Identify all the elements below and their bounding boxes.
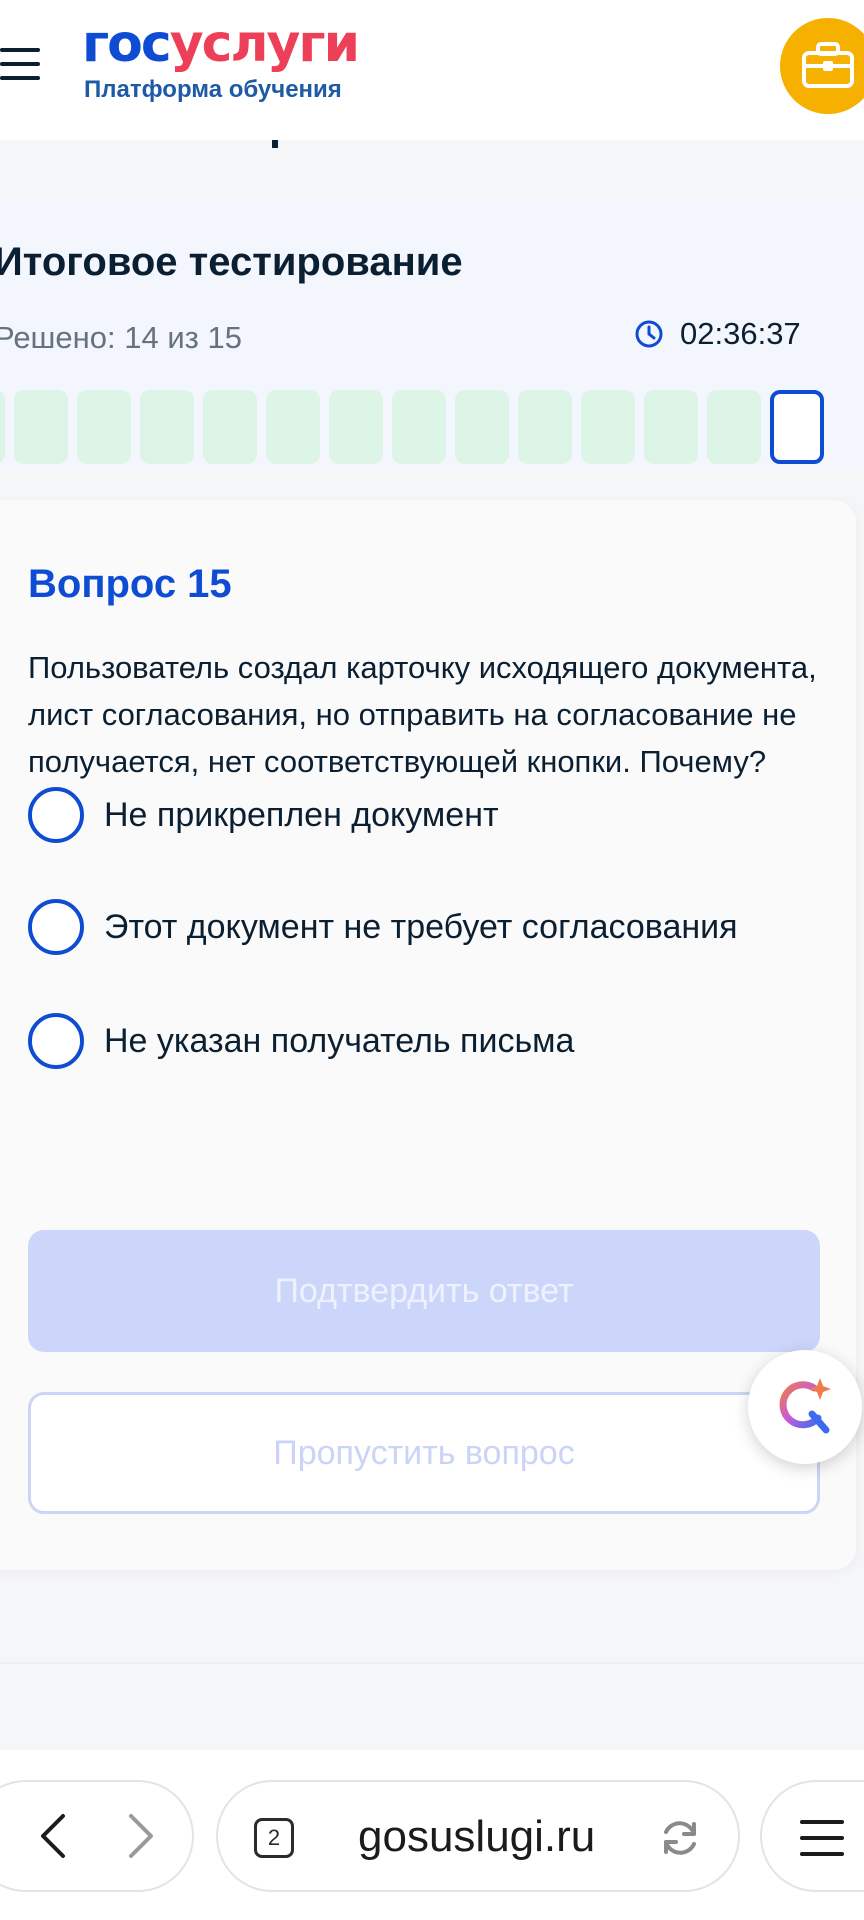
timer: 02:36:37 xyxy=(634,314,801,354)
divider xyxy=(0,1662,864,1664)
progress-segment-solved[interactable] xyxy=(0,390,5,464)
progress-segment-solved[interactable] xyxy=(518,390,572,464)
progress-segment-solved[interactable] xyxy=(140,390,194,464)
menu-icon[interactable] xyxy=(0,46,40,82)
question-title: Вопрос 15 xyxy=(28,562,232,606)
browser-menu-button[interactable] xyxy=(760,1780,864,1892)
clock-icon xyxy=(635,320,663,348)
navigation-controls xyxy=(0,1780,194,1892)
answer-option-1[interactable]: Не прикреплен документ xyxy=(28,786,499,844)
progress-segment-solved[interactable] xyxy=(203,390,257,464)
chevron-right-icon[interactable] xyxy=(96,1782,186,1890)
progress-segment-solved[interactable] xyxy=(392,390,446,464)
solved-counter: Решено: 14 из 15 xyxy=(0,320,242,355)
page: госуслуги Платформа обучения Итоговое те… xyxy=(0,0,864,1920)
answer-option-label: Не указан получатель письма xyxy=(104,1021,575,1060)
question-card: Вопрос 15 Пользователь создал карточку и… xyxy=(0,500,856,1570)
answer-option-3[interactable]: Не указан получатель письма xyxy=(28,1012,574,1070)
menu-icon[interactable] xyxy=(800,1818,844,1858)
answer-option-label: Этот документ не требует согласования xyxy=(104,907,738,946)
progress-segment-solved[interactable] xyxy=(329,390,383,464)
progress-segment-current[interactable] xyxy=(770,390,824,464)
answer-option-label: Не прикреплен документ xyxy=(104,795,499,834)
timer-value: 02:36:37 xyxy=(680,316,801,351)
logo-part-gos: гос xyxy=(82,14,172,74)
confirm-answer-button[interactable]: Подтвердить ответ xyxy=(28,1230,820,1352)
question-text: Пользователь создал карточку исходящего … xyxy=(28,650,817,779)
address-bar[interactable]: 2 gosuslugi.ru xyxy=(216,1780,740,1892)
assistant-icon[interactable] xyxy=(748,1350,862,1464)
progress-segment-solved[interactable] xyxy=(581,390,635,464)
logo-part-uslugi: услуги xyxy=(169,14,360,74)
radio-button[interactable] xyxy=(28,787,84,843)
question-progress xyxy=(0,390,864,466)
progress-segment-solved[interactable] xyxy=(455,390,509,464)
radio-button[interactable] xyxy=(28,899,84,955)
app-header: госуслуги Платформа обучения xyxy=(0,0,864,140)
chevron-left-icon[interactable] xyxy=(8,1782,98,1890)
browser-toolbar: 2 gosuslugi.ru xyxy=(0,1750,864,1920)
progress-segment-solved[interactable] xyxy=(14,390,68,464)
progress-segment-solved[interactable] xyxy=(266,390,320,464)
test-panel: Итоговое тестирование Решено: 14 из 15 0… xyxy=(0,200,864,470)
reload-icon[interactable] xyxy=(658,1816,702,1865)
test-title: Итоговое тестирование xyxy=(0,240,463,284)
progress-segment-solved[interactable] xyxy=(707,390,761,464)
answer-option-2[interactable]: Этот документ не требует согласования xyxy=(28,898,738,956)
radio-button[interactable] xyxy=(28,1013,84,1069)
progress-segment-solved[interactable] xyxy=(644,390,698,464)
briefcase-icon[interactable] xyxy=(780,18,864,114)
progress-segment-solved[interactable] xyxy=(77,390,131,464)
skip-question-button[interactable]: Пропустить вопрос xyxy=(28,1392,820,1514)
logo-subtitle: Платформа обучения xyxy=(84,76,342,103)
url-text[interactable]: gosuslugi.ru xyxy=(358,1812,595,1862)
tab-counter[interactable]: 2 xyxy=(254,1818,294,1858)
gosuslugi-logo[interactable]: госуслуги xyxy=(82,14,360,74)
